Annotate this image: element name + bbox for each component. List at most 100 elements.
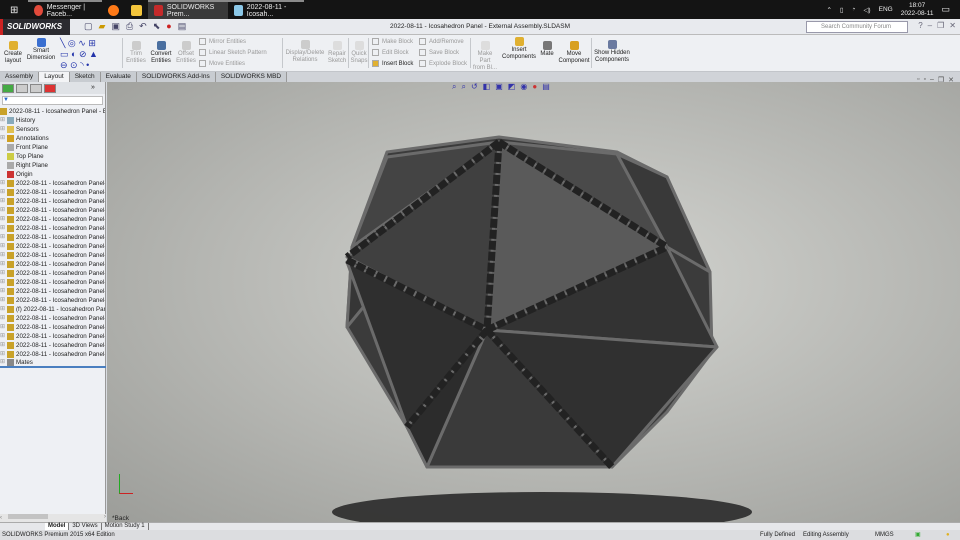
tab-model[interactable]: Model: [45, 523, 70, 530]
appearance-tab-icon[interactable]: [44, 84, 56, 93]
tree-item-component[interactable]: ⊞ (f) 2022-08-11 - Icosahedron Panel: [0, 305, 105, 314]
taskbar-app-explorer[interactable]: [125, 0, 148, 19]
tree-item-component[interactable]: ⊞ 2022-08-11 - Icosahedron Panel-: [0, 215, 105, 224]
battery-icon[interactable]: ▯: [840, 6, 844, 14]
units-selector[interactable]: MMGS: [875, 530, 894, 540]
clock[interactable]: 18:07 2022-08-11: [901, 2, 934, 18]
tree-root[interactable]: 2022-08-11 - Icosahedron Panel - Externa…: [0, 107, 105, 116]
insert-components-button[interactable]: Insert Components: [500, 37, 538, 61]
taskbar-app-firefox[interactable]: [102, 0, 125, 19]
feature-tree-tab-icon[interactable]: [2, 84, 14, 93]
tree-item-component[interactable]: ⊞ 2022-08-11 - Icosahedron Panel-: [0, 179, 105, 188]
tree-item-component[interactable]: ⊞ 2022-08-11 - Icosahedron Panel-: [0, 197, 105, 206]
tree-item-component[interactable]: ⊞ 2022-08-11 - Icosahedron Panel-: [0, 206, 105, 215]
create-layout-button[interactable]: Create layout: [2, 41, 24, 65]
tooltip-icon[interactable]: ●: [946, 530, 950, 540]
network-icon[interactable]: ◔: [852, 6, 856, 13]
open-icon[interactable]: ▰: [99, 21, 106, 32]
tree-item-component[interactable]: ⊞ 2022-08-11 - Icosahedron Panel-: [0, 332, 105, 341]
select-icon[interactable]: ⬉: [153, 21, 161, 32]
mirror-entities-button[interactable]: Mirror Entities: [199, 38, 246, 45]
icosahedron-model[interactable]: [107, 82, 960, 522]
language-indicator[interactable]: ENG: [879, 6, 893, 13]
make-block-button[interactable]: Make Block: [372, 38, 413, 45]
tab-motion-study[interactable]: Motion Study 1: [102, 523, 149, 530]
tree-item-component[interactable]: ⊞ 2022-08-11 - Icosahedron Panel-: [0, 260, 105, 269]
taskbar-app-chrome[interactable]: Messenger | Faceb...: [28, 0, 103, 19]
start-button[interactable]: ⊞: [0, 0, 28, 19]
sketch-tools-grid[interactable]: ╲ ◎ ∿ ⊞ ▭ ◐ ⊘ ▲ ⊖ ⊙ ◝ •: [60, 38, 120, 71]
chevron-up-icon[interactable]: ⌃: [826, 6, 831, 14]
make-part-from-block-button[interactable]: Make Part from Bl...: [473, 41, 497, 72]
solidworks-logo[interactable]: SOLIDWORKS: [0, 18, 70, 35]
tree-item-feature[interactable]: ⊞ Sensors: [0, 125, 105, 134]
undo-icon[interactable]: ↶: [139, 21, 147, 32]
tab-assembly[interactable]: Assembly: [0, 72, 40, 82]
tree-item-feature[interactable]: ⊞ History: [0, 116, 105, 125]
expand-icon[interactable]: »: [91, 84, 103, 93]
tree-item-component[interactable]: ⊞ 2022-08-11 - Icosahedron Panel-: [0, 341, 105, 350]
edit-block-button[interactable]: Edit Block: [372, 49, 409, 56]
rebuild-icon[interactable]: ●: [166, 21, 171, 32]
insert-block-button[interactable]: Insert Block: [372, 60, 413, 67]
trim-entities-button[interactable]: Trim Entities: [126, 41, 146, 65]
tree-item-component[interactable]: ⊞ 2022-08-11 - Icosahedron Panel-: [0, 233, 105, 242]
save-block-button[interactable]: Save Block: [419, 49, 459, 56]
tree-item-component[interactable]: ⊞ 2022-08-11 - Icosahedron Panel-: [0, 296, 105, 305]
explode-block-button[interactable]: Explode Block: [419, 60, 467, 67]
volume-icon[interactable]: ◁): [863, 6, 870, 14]
tab-3d-views[interactable]: 3D Views: [69, 523, 102, 530]
tree-item-component[interactable]: ⊞ 2022-08-11 - Icosahedron Panel-: [0, 350, 105, 359]
options-icon[interactable]: ▤: [178, 21, 187, 32]
tree-item-feature[interactable]: Right Plane: [0, 161, 105, 170]
convert-entities-button[interactable]: Convert Entities: [148, 41, 174, 65]
tab-evaluate[interactable]: Evaluate: [100, 72, 137, 82]
minimize-button[interactable]: –: [928, 21, 932, 30]
mate-button[interactable]: Mate: [539, 41, 555, 58]
repair-sketch-button[interactable]: Repair Sketch: [326, 41, 348, 65]
restore-button[interactable]: ❐: [937, 21, 944, 30]
tree-item-feature[interactable]: Origin: [0, 170, 105, 179]
tree-item-component[interactable]: ⊞ 2022-08-11 - Icosahedron Panel-: [0, 251, 105, 260]
tree-item-component[interactable]: ⊞ 2022-08-11 - Icosahedron Panel-: [0, 287, 105, 296]
graphics-area[interactable]: ⌕ ⌕ ↺ ◧ ▣ ◩ ◉ ● ▤ ▫ ▫ – ❐ ✕ *Back: [107, 76, 960, 522]
close-button[interactable]: ✕: [949, 21, 956, 30]
horizontal-scrollbar[interactable]: ‹ ›: [0, 514, 106, 522]
property-manager-tab-icon[interactable]: [16, 84, 28, 93]
tab-mbd[interactable]: SOLIDWORKS MBD: [215, 72, 288, 82]
tree-item-component[interactable]: ⊞ 2022-08-11 - Icosahedron Panel-: [0, 314, 105, 323]
help-icon[interactable]: ?: [918, 21, 922, 30]
tree-item-feature[interactable]: Front Plane: [0, 143, 105, 152]
tree-item-component[interactable]: ⊞ 2022-08-11 - Icosahedron Panel-: [0, 323, 105, 332]
linear-sketch-pattern-button[interactable]: Linear Sketch Pattern: [199, 49, 267, 56]
taskbar-app-document[interactable]: 2022-08-11 - Icosah...: [228, 0, 305, 19]
quick-snaps-button[interactable]: Quick Snaps: [350, 41, 368, 65]
show-hidden-components-button[interactable]: Show Hidden Components: [594, 40, 630, 64]
move-entities-button[interactable]: Move Entities: [199, 60, 245, 67]
tree-item-feature[interactable]: Top Plane: [0, 152, 105, 161]
configuration-tab-icon[interactable]: [30, 84, 42, 93]
notifications-icon[interactable]: ▭: [941, 4, 950, 15]
tree-item-mates[interactable]: ⊞ Mates: [0, 359, 106, 368]
move-component-button[interactable]: Move Component: [557, 41, 591, 65]
new-icon[interactable]: ▢: [84, 21, 93, 32]
tree-item-component[interactable]: ⊞ 2022-08-11 - Icosahedron Panel-: [0, 278, 105, 287]
tab-addins[interactable]: SOLIDWORKS Add-Ins: [136, 72, 216, 82]
tree-item-component[interactable]: ⊞ 2022-08-11 - Icosahedron Panel-: [0, 242, 105, 251]
filter-input[interactable]: ▼: [2, 96, 103, 105]
print-icon[interactable]: ⎙: [126, 21, 133, 32]
tree-item-feature[interactable]: ⊞ Annotations: [0, 134, 105, 143]
tab-layout[interactable]: Layout: [39, 72, 70, 82]
offset-entities-button[interactable]: Offset Entities: [175, 41, 197, 65]
save-icon[interactable]: ▣: [111, 21, 120, 32]
tree-item-component[interactable]: ⊞ 2022-08-11 - Icosahedron Panel-: [0, 188, 105, 197]
taskbar-app-solidworks[interactable]: SOLIDWORKS Prem...: [148, 0, 229, 19]
smart-dimension-button[interactable]: Smart Dimension: [26, 38, 56, 62]
display-delete-relations-button[interactable]: Display/Delete Relations: [285, 40, 325, 64]
tree-item-component[interactable]: ⊞ 2022-08-11 - Icosahedron Panel-: [0, 269, 105, 278]
tab-sketch[interactable]: Sketch: [69, 72, 101, 82]
rebuild-status-icon[interactable]: ▣: [915, 530, 921, 540]
add-remove-button[interactable]: Add/Remove: [419, 38, 464, 45]
tree-item-component[interactable]: ⊞ 2022-08-11 - Icosahedron Panel-: [0, 224, 105, 233]
search-input[interactable]: Search Community Forum: [806, 21, 908, 33]
